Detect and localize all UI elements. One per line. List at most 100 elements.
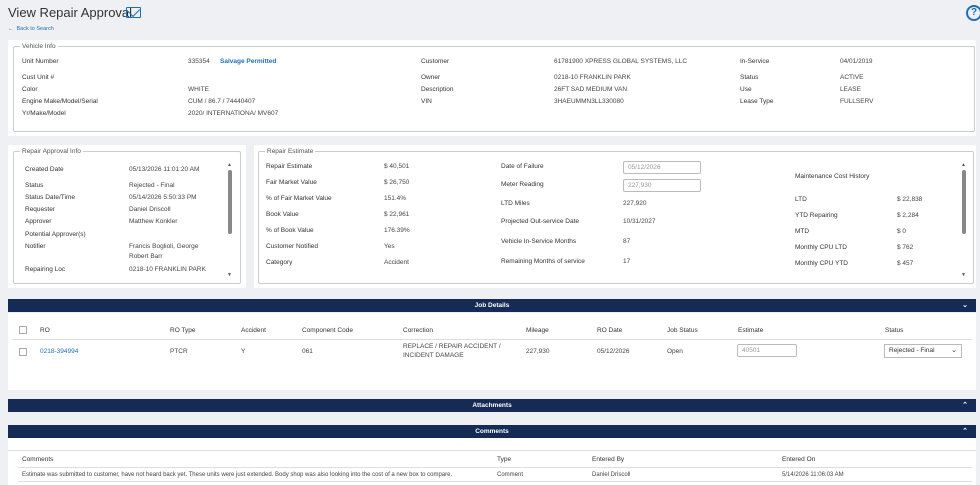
cpu-ytd-value: $ 457 xyxy=(897,260,914,267)
yr-value: 2020/ INTERNATIONA/ MV607 xyxy=(188,110,279,117)
color-value: WHITE xyxy=(188,86,209,93)
ro-date-value: 05/12/2026 xyxy=(597,348,630,355)
owner-value: 0218-10 FRANKLIN PARK xyxy=(554,74,631,81)
comments-bar[interactable]: Comments ⌃ xyxy=(8,425,976,438)
col-mileage[interactable]: Mileage xyxy=(526,327,549,334)
comments-header-divider xyxy=(18,467,972,468)
outservice-value: 10/31/2027 xyxy=(623,218,656,225)
created-label: Created Date xyxy=(25,166,64,173)
approval-status-value: Rejected - Final xyxy=(129,182,175,189)
customer-value: 61781900 XPRESS GLOBAL SYSTEMS, LLC xyxy=(554,58,688,65)
ro-link[interactable]: 0218-394994 xyxy=(40,348,78,355)
approver-value: Matthew Konkler xyxy=(129,218,178,225)
pfmv-value: 151.4% xyxy=(384,195,407,202)
col-estimate[interactable]: Estimate xyxy=(738,327,763,334)
attachments-bar[interactable]: Attachments ⌃ xyxy=(8,399,976,412)
col-comments[interactable]: Comments xyxy=(22,456,53,463)
approval-status-label: Status xyxy=(25,182,44,189)
ltd-value: $ 22,838 xyxy=(897,196,923,203)
back-link[interactable]: ← Back to Search xyxy=(8,26,54,32)
description-value: 26FT SAD MEDIUM VAN xyxy=(554,86,628,93)
col-entered-on[interactable]: Entered On xyxy=(782,456,815,463)
notified-value: Yes xyxy=(384,243,395,250)
book-value: $ 22,961 xyxy=(384,211,410,218)
mtd-value: $ 0 xyxy=(897,228,907,235)
approval-scrollbar[interactable]: ▲ ▼ xyxy=(227,162,233,280)
status-select[interactable]: Rejected - Final ⌄ xyxy=(884,344,962,358)
col-status[interactable]: Status xyxy=(885,327,903,334)
pbook-value: 176.39% xyxy=(384,227,410,234)
mileage-value: 227,930 xyxy=(526,348,550,355)
job-details-bar[interactable]: Job Details ⌄ xyxy=(8,299,976,312)
created-value: 05/13/2026 11:01:20 AM xyxy=(129,166,200,173)
chevron-down-icon[interactable]: ⌄ xyxy=(962,299,968,312)
use-value: LEASE xyxy=(840,86,861,93)
ltd-label: LTD xyxy=(795,196,807,203)
col-ro[interactable]: RO xyxy=(40,327,50,334)
approver-label: Approver xyxy=(25,218,52,225)
estimate-scrollbar[interactable]: ▲ ▼ xyxy=(961,162,967,280)
ltd-miles-value: 227,920 xyxy=(623,200,647,207)
inservice-label: In-Service xyxy=(740,58,770,65)
meter-input[interactable]: 227,930 xyxy=(623,179,701,192)
history-label: Maintenance Cost History xyxy=(795,173,870,180)
correction-value-2: INCIDENT DAMAGE xyxy=(403,352,464,359)
engine-value: CUM / 86.7 / 74440407 xyxy=(188,98,256,105)
help-icon[interactable]: ? xyxy=(966,5,980,21)
scroll-thumb[interactable] xyxy=(228,170,232,234)
notifier-value-2: Robert Barr xyxy=(129,253,163,260)
notifier-value-1: Francis Boglioli, George xyxy=(129,243,199,250)
row-checkbox[interactable] xyxy=(19,348,27,356)
salvage-link[interactable]: Salvage Permitted xyxy=(220,58,276,65)
col-accident[interactable]: Accident xyxy=(241,327,266,334)
chevron-up-icon[interactable]: ⌃ xyxy=(962,399,968,412)
col-component-code[interactable]: Component Code xyxy=(302,327,353,334)
notified-label: Customer Notified xyxy=(266,243,319,250)
mail-icon[interactable] xyxy=(126,7,141,18)
scroll-thumb[interactable] xyxy=(962,170,966,234)
category-label: Category xyxy=(266,259,293,266)
comment-by: Daniel Driscoll xyxy=(592,472,631,478)
job-header-divider xyxy=(12,339,972,340)
chevron-down-icon: ⌄ xyxy=(951,347,957,354)
ro-type-value: PTCR xyxy=(170,348,188,355)
col-ro-date[interactable]: RO Date xyxy=(597,327,622,334)
pfmv-label: % of Fair Market Value xyxy=(266,195,332,202)
statusdt-label: Status Date/Time xyxy=(25,194,75,201)
comments-title: Comments xyxy=(475,428,509,435)
col-correction[interactable]: Correction xyxy=(403,327,433,334)
category-value: Accident xyxy=(384,259,409,266)
col-ro-type[interactable]: RO Type xyxy=(170,327,196,334)
col-type[interactable]: Type xyxy=(497,456,511,463)
status-select-value: Rejected - Final xyxy=(889,347,935,354)
col-job-status[interactable]: Job Status xyxy=(667,327,698,334)
select-all-checkbox[interactable] xyxy=(19,326,27,334)
ytd-label: YTD Repairing xyxy=(795,212,838,219)
scroll-down-icon[interactable]: ▼ xyxy=(227,272,232,278)
comments-row-divider xyxy=(18,481,972,482)
chevron-up-icon[interactable]: ⌃ xyxy=(962,425,968,438)
unit-number-label: Unit Number xyxy=(22,58,59,65)
col-entered-by[interactable]: Entered By xyxy=(592,456,624,463)
requester-label: Requester xyxy=(25,206,55,213)
months-label: Vehicle In-Service Months xyxy=(501,238,577,245)
component-code-value: 061 xyxy=(302,348,313,355)
description-label: Description xyxy=(421,86,454,93)
cpu-ltd-value: $ 762 xyxy=(897,244,914,251)
owner-label: Owner xyxy=(421,74,441,81)
loc-label: Repairing Loc xyxy=(25,266,66,273)
back-label: Back to Search xyxy=(16,26,54,32)
failure-date-input[interactable]: 05/12/2026 xyxy=(623,161,701,174)
engine-label: Engine Make/Model/Serial xyxy=(22,98,98,105)
color-label: Color xyxy=(22,86,38,93)
scroll-up-icon[interactable]: ▲ xyxy=(227,162,232,168)
scroll-up-icon[interactable]: ▲ xyxy=(961,162,966,168)
fmv-value: $ 26,750 xyxy=(384,179,410,186)
job-details-title: Job Details xyxy=(474,302,510,309)
meter-label: Meter Reading xyxy=(501,181,544,188)
outservice-label: Projected Out-service Date xyxy=(501,218,580,225)
estimate-input[interactable]: 40501 xyxy=(737,344,797,357)
remaining-value: 17 xyxy=(623,258,631,265)
scroll-down-icon[interactable]: ▼ xyxy=(961,272,966,278)
arrow-left-icon: ← xyxy=(8,26,14,32)
